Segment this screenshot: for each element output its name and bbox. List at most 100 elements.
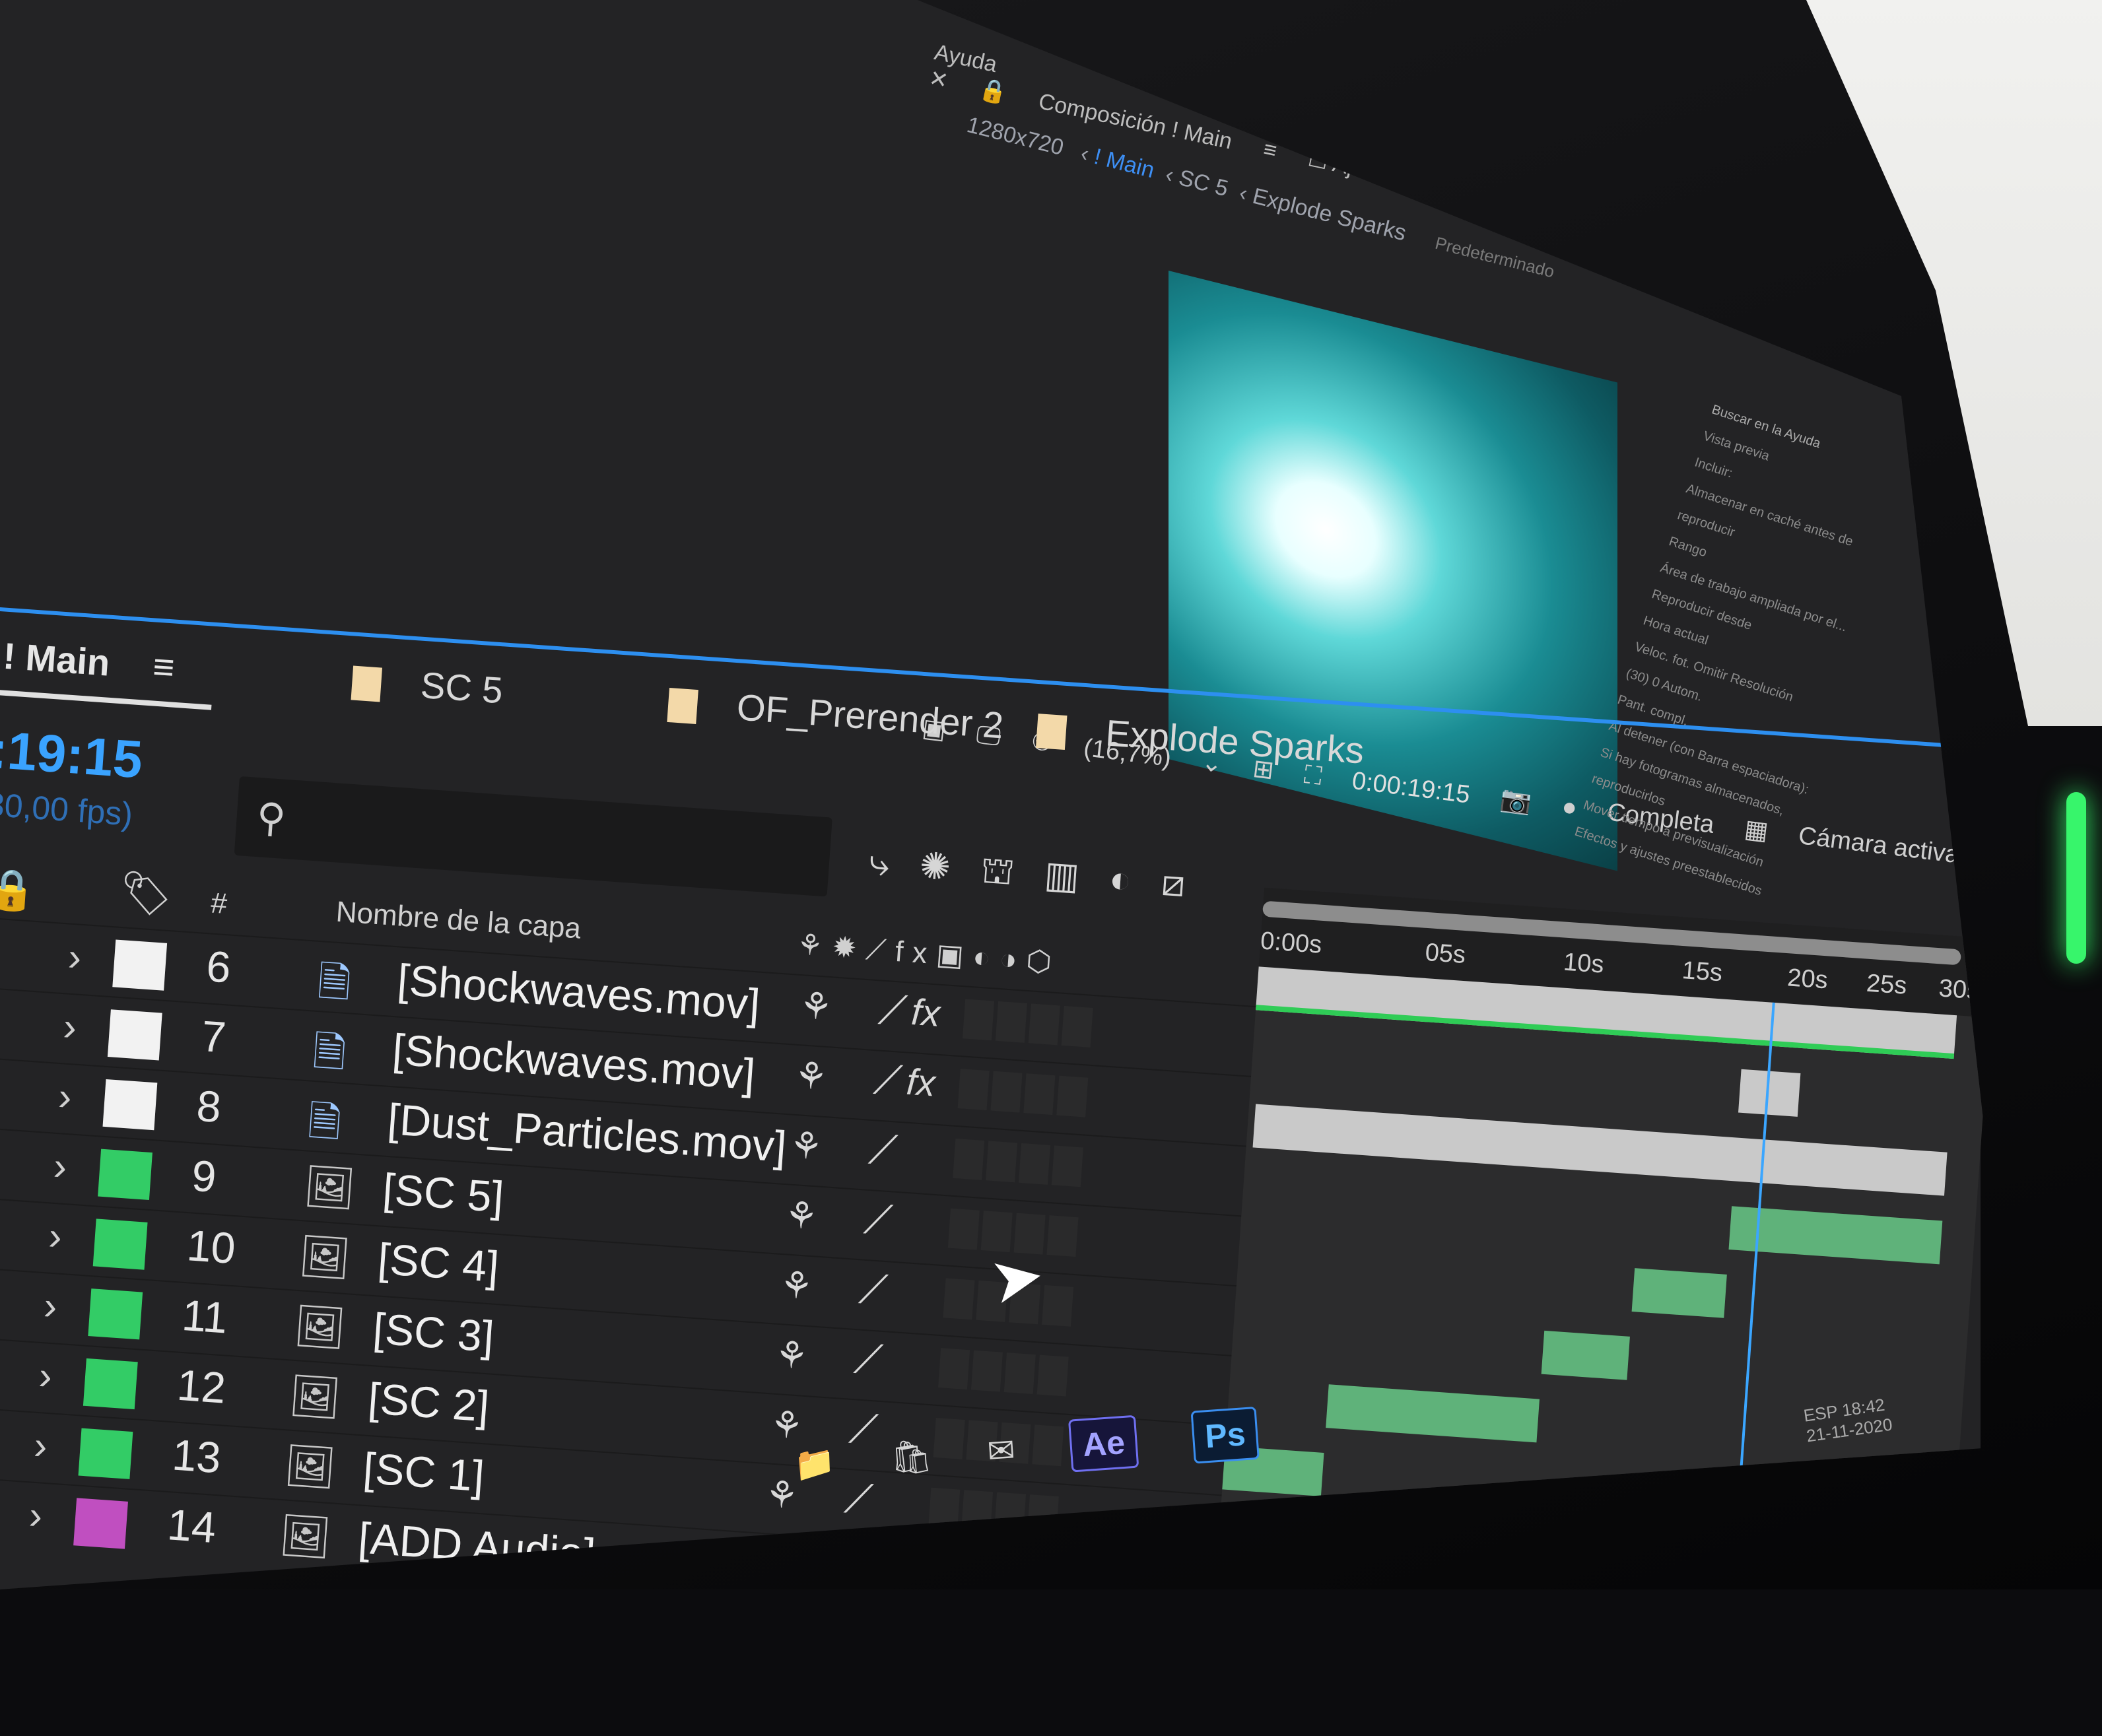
expand-chevron-icon[interactable]: ›: [42, 1283, 59, 1329]
shy-switch-icon[interactable]: ⚘: [793, 1053, 829, 1099]
layer-name[interactable]: [SC 2]: [366, 1373, 491, 1432]
rgb-light-strip: [2066, 792, 2086, 964]
switches-column: ⚘✹⟋fx▣◐◑⬡: [796, 928, 1062, 980]
label-column-icon[interactable]: 🏷: [118, 867, 174, 920]
shy-switch-icon[interactable]: ⚘: [788, 1123, 825, 1169]
ruler-label: 0:00s: [1259, 927, 1323, 959]
shy-switch-icon[interactable]: ⚘: [778, 1263, 815, 1308]
photoshop-icon[interactable]: Ps: [1190, 1406, 1260, 1464]
label-color[interactable]: [112, 939, 168, 991]
expand-chevron-icon[interactable]: ›: [57, 1073, 73, 1119]
graph-editor-icon[interactable]: ⧄: [1160, 861, 1186, 904]
breadcrumb-item-sc5[interactable]: SC 5: [1176, 165, 1231, 201]
label-color[interactable]: [73, 1498, 128, 1549]
tab-color-swatch: [667, 688, 698, 725]
breadcrumb-item-main[interactable]: ! Main: [1091, 144, 1157, 183]
comp-icon: 🖼: [282, 1442, 338, 1492]
shy-switch-icon[interactable]: ⚘: [783, 1193, 819, 1238]
layer-bar[interactable]: [1252, 1104, 1948, 1196]
tab-main[interactable]: ! Main ≡: [2, 634, 176, 689]
layer-bar[interactable]: [1541, 1330, 1630, 1380]
label-color[interactable]: [107, 1009, 162, 1061]
expand-chevron-icon[interactable]: ›: [52, 1143, 69, 1189]
quality-switch-icon[interactable]: ⟋: [858, 1265, 889, 1315]
layer-number: 10: [185, 1220, 238, 1273]
shy-switch-icon[interactable]: ⚘: [798, 984, 834, 1029]
file-explorer-icon[interactable]: 📁: [793, 1444, 836, 1484]
quality-switch-icon[interactable]: ⟋: [852, 1335, 884, 1385]
quality-switch-icon[interactable]: ⟋: [867, 1126, 899, 1176]
shy-switch-icon[interactable]: ⚘: [774, 1333, 810, 1378]
work-area-bar[interactable]: [1262, 900, 1962, 966]
comp-icon: 🖼: [287, 1372, 343, 1422]
label-color[interactable]: [92, 1219, 148, 1270]
switch-boxes[interactable]: [957, 1069, 1092, 1121]
switch-boxes[interactable]: [962, 999, 1097, 1051]
fx-column-icon: fx: [894, 935, 937, 971]
panel-menu-icon[interactable]: ≡: [151, 645, 176, 688]
active-tab-underline: [0, 689, 212, 710]
switch-boxes[interactable]: [953, 1138, 1087, 1191]
motion-blur-icon[interactable]: ◐: [1108, 857, 1133, 900]
layer-name[interactable]: [SC 3]: [372, 1303, 496, 1362]
quality-switch-icon[interactable]: ⟋: [862, 1196, 894, 1246]
shy-layers-icon[interactable]: ⛫: [979, 849, 1016, 892]
switch-boxes[interactable]: [938, 1348, 1073, 1400]
layer-number: 8: [195, 1081, 223, 1132]
layer-bar[interactable]: [1631, 1268, 1727, 1318]
close-icon[interactable]: ✕: [927, 65, 951, 94]
tab-explode-sparks[interactable]: Explode Sparks: [1035, 706, 1366, 772]
search-icon: ⚲: [255, 794, 287, 841]
label-color[interactable]: [83, 1358, 138, 1410]
layer-name-column[interactable]: Nombre de la capa: [335, 896, 582, 946]
layer-number: 9: [190, 1151, 218, 1201]
mail-icon[interactable]: ✉: [986, 1432, 1017, 1471]
comp-icon: 🖼: [292, 1302, 348, 1352]
ruler-label: 15s: [1681, 956, 1724, 987]
expand-chevron-icon[interactable]: ›: [62, 1003, 79, 1050]
expand-chevron-icon[interactable]: ›: [67, 934, 83, 980]
label-color[interactable]: [102, 1079, 158, 1131]
tab-color-swatch: [351, 665, 383, 702]
tab-color-swatch: [1035, 714, 1068, 751]
ruler-label: 20s: [1786, 964, 1829, 995]
breadcrumb-item-explode[interactable]: Explode Sparks: [1250, 184, 1409, 246]
fx-switch[interactable]: fx: [905, 1060, 937, 1105]
draft-3d-icon[interactable]: ✺: [918, 844, 952, 888]
ruler-label: 25s: [1865, 969, 1908, 1000]
frame-blending-icon[interactable]: ▥: [1043, 853, 1081, 897]
composition-flowchart-icon[interactable]: ⤷: [867, 841, 891, 884]
label-color[interactable]: [88, 1288, 143, 1340]
layer-search-input[interactable]: ⚲: [234, 776, 832, 897]
tab-sc5[interactable]: SC 5: [351, 659, 504, 712]
layer-bar[interactable]: [1728, 1206, 1943, 1265]
after-effects-icon[interactable]: Ae: [1068, 1415, 1139, 1473]
timeline-toolbar: ⤷ ✺ ⛫ ▥ ◐ ⧄: [867, 840, 1207, 912]
expand-chevron-icon[interactable]: ›: [32, 1422, 49, 1469]
ruler-label: 10s: [1562, 948, 1605, 979]
resolution-label: 1280x720: [964, 112, 1066, 161]
lock-icon[interactable]: 🔒: [977, 76, 1009, 106]
lock-column-icon[interactable]: 🔒: [0, 865, 38, 915]
tab-main-label: ! Main: [1, 634, 112, 684]
quality-switch-icon[interactable]: ⟋: [877, 986, 908, 1036]
current-time[interactable]: :19:15: [0, 719, 145, 791]
layer-number: 7: [199, 1011, 228, 1062]
expand-chevron-icon[interactable]: ›: [28, 1492, 44, 1539]
tab-of-prerender-label: OF_Prerender 2: [735, 686, 1005, 747]
layer-name[interactable]: [SC 5]: [381, 1164, 505, 1222]
layer-number: 14: [166, 1500, 218, 1552]
store-icon[interactable]: 🛍: [889, 1437, 933, 1477]
comp-icon: 🖼: [277, 1512, 333, 1562]
expand-chevron-icon[interactable]: ›: [38, 1352, 54, 1399]
expand-chevron-icon[interactable]: ›: [47, 1213, 63, 1259]
fx-switch[interactable]: fx: [910, 990, 941, 1035]
label-color[interactable]: [78, 1428, 133, 1479]
quality-switch-icon[interactable]: ⟋: [872, 1056, 904, 1106]
frame-rate: 30,00 fps): [0, 785, 134, 833]
tab-of-prerender[interactable]: OF_Prerender 2: [667, 681, 1005, 747]
layer-name[interactable]: [SC 1]: [362, 1443, 486, 1502]
label-color[interactable]: [98, 1149, 153, 1200]
layer-name[interactable]: [SC 4]: [376, 1233, 500, 1292]
tab-explode-sparks-label: Explode Sparks: [1104, 712, 1366, 772]
